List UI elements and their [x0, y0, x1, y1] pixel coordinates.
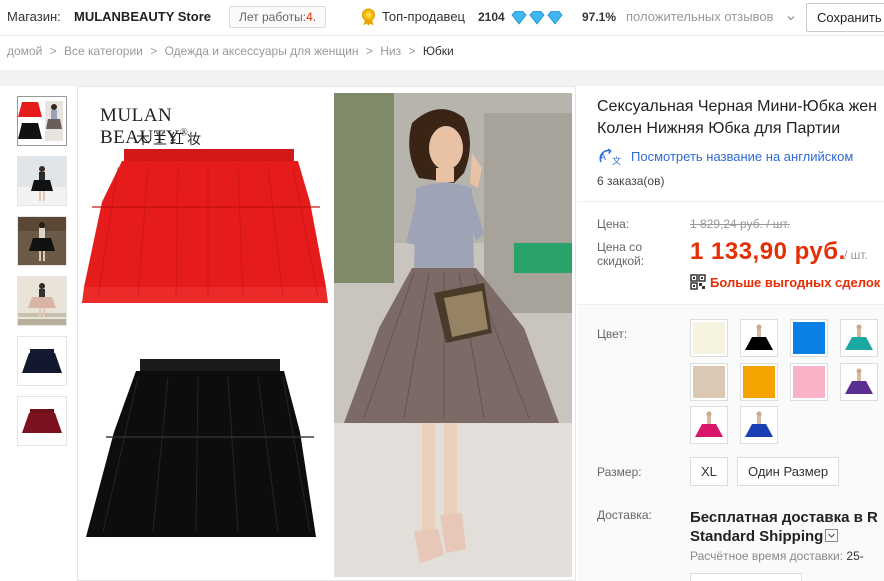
shipping-method[interactable]: Бесплатная доставка в R Standard Shippin…: [690, 508, 878, 546]
years-dot: .: [312, 10, 317, 24]
size-option-one-size[interactable]: Один Размер: [737, 457, 840, 486]
breadcrumb-separator: >: [408, 44, 416, 58]
years-value: 4: [306, 10, 313, 24]
thumbnail-navy-skirt[interactable]: [17, 336, 67, 386]
thumbnail-black-skirt-street[interactable]: [17, 216, 67, 266]
price-box: Цена: 1 829,24 руб. / шт. Цена со скидко…: [577, 201, 884, 301]
svg-text:A: A: [600, 152, 606, 162]
delivery-estimate-value: 25-: [846, 549, 864, 563]
color-swatch-10[interactable]: [740, 406, 778, 444]
more-deals-link[interactable]: Больше выгодных сделок: [710, 275, 880, 290]
price-label: Цена:: [597, 217, 630, 231]
product-info: Сексуальная Черная Мини-Юбка жен Колен Н…: [577, 86, 884, 581]
store-bar: Магазин: MULANBEAUTY Store Лет работы:4.…: [0, 0, 884, 36]
top-seller-label: Топ-продавец: [382, 9, 465, 24]
color-label: Цвет:: [597, 327, 628, 341]
thumbnail-red-black-skirts[interactable]: [17, 96, 67, 146]
swatch-fill: [793, 366, 825, 398]
seller-score: 2104: [478, 10, 505, 24]
color-swatch-7[interactable]: [790, 363, 828, 401]
page-band: [0, 70, 884, 86]
model-photo: [334, 93, 572, 577]
swatch-image: [693, 409, 725, 441]
store-years-badge: Лет работы:4.: [229, 6, 327, 28]
color-swatch-6[interactable]: [740, 363, 778, 401]
color-swatch-1[interactable]: [690, 319, 728, 357]
delivery-estimate: Расчётное время доставки: 25-: [690, 549, 864, 563]
breadcrumb: домой > Все категории > Одежда и аксессу…: [7, 44, 458, 62]
thumbnail-pink-skirt-stairs[interactable]: [17, 276, 67, 326]
sku-selector: Цвет: Размер: XL Один Размер Доставка: Б…: [577, 304, 884, 581]
breadcrumb-women[interactable]: Одежда и аксессуары для женщин: [165, 44, 359, 58]
breadcrumb-separator: >: [365, 44, 373, 58]
discount-label-line2: скидкой:: [597, 254, 645, 268]
breadcrumb-separator: >: [150, 44, 158, 58]
shipping-label: Доставка:: [597, 508, 652, 522]
breadcrumb-home[interactable]: домой: [7, 44, 42, 58]
product-title: Сексуальная Черная Мини-Юбка жен Колен Н…: [597, 96, 884, 140]
old-price: 1 829,24 руб. / шт.: [690, 217, 791, 231]
translate-icon: A 文: [599, 148, 621, 166]
medal-icon: [362, 8, 375, 26]
breadcrumb-current: Юбки: [422, 44, 454, 58]
shipping-line1: Бесплатная доставка в R: [690, 509, 878, 526]
product-title-line1: Сексуальная Черная Мини-Юбка жен: [597, 98, 877, 115]
skirts-illustration: [82, 149, 328, 537]
breadcrumb-separator: >: [49, 44, 57, 58]
breadcrumb-all-categories[interactable]: Все категории: [64, 44, 143, 58]
svg-text:文: 文: [612, 155, 621, 166]
shipping-line2: Standard Shipping: [690, 528, 824, 545]
swatch-fill: [743, 366, 775, 398]
qr-code-icon: [690, 274, 706, 290]
color-swatch-9[interactable]: [690, 406, 728, 444]
swatch-fill: [693, 366, 725, 398]
product-title-line2: Колен Нижняя Юбка для Партии: [597, 120, 841, 137]
years-label: Лет работы:: [239, 10, 307, 24]
size-option-xl[interactable]: XL: [690, 457, 728, 486]
diamond-rating-icon: [511, 11, 563, 25]
price-unit: / шт.: [844, 248, 868, 262]
chevron-down-icon[interactable]: [787, 14, 795, 22]
color-swatch-4[interactable]: [840, 319, 878, 357]
store-label: Магазин:: [7, 9, 61, 24]
thumbnail-burgundy-skirt[interactable]: [17, 396, 67, 446]
thumbnail-black-skirt-outdoor[interactable]: [17, 156, 67, 206]
discount-price: 1 133,90 руб.: [690, 238, 846, 265]
store-name[interactable]: MULANBEAUTY Store: [74, 0, 211, 36]
chevron-down-icon[interactable]: [825, 528, 839, 542]
size-label: Размер:: [597, 465, 642, 479]
color-swatch-8[interactable]: [840, 363, 878, 401]
color-swatch-2[interactable]: [740, 319, 778, 357]
swatch-image: [843, 366, 875, 398]
main-product-image[interactable]: MULAN BEAUTY® 木兰红妆: [77, 86, 576, 581]
swatch-fill: [693, 322, 725, 354]
swatch-fill: [793, 322, 825, 354]
color-swatch-3[interactable]: [790, 319, 828, 357]
orders-count: 6 заказа(ов): [597, 174, 665, 188]
translate-link-label[interactable]: Посмотреть название на английском: [631, 149, 853, 164]
delivery-estimate-label: Расчётное время доставки:: [690, 549, 844, 563]
swatch-image: [743, 322, 775, 354]
swatch-image: [843, 322, 875, 354]
breadcrumb-bottom[interactable]: Низ: [380, 44, 401, 58]
positive-percent: 97.1%: [582, 10, 617, 24]
quantity-box[interactable]: [690, 573, 802, 581]
discount-label-line1: Цена со: [597, 240, 642, 254]
save-store-button[interactable]: Сохранить: [806, 3, 884, 32]
swatch-image: [743, 409, 775, 441]
positive-feedback-label[interactable]: положительных отзывов: [626, 0, 773, 36]
color-swatch-5[interactable]: [690, 363, 728, 401]
